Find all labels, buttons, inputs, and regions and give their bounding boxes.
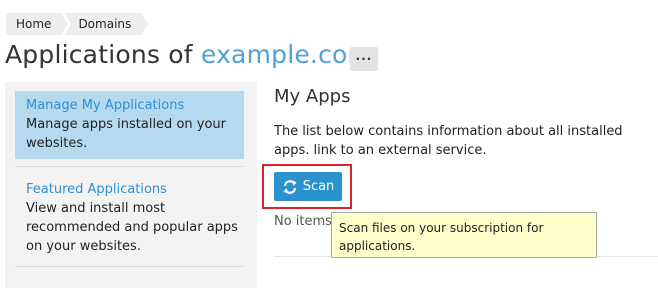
- more-actions-button[interactable]: ···: [350, 47, 378, 71]
- sidebar-item-manage-apps[interactable]: Manage My Applications Manage apps insta…: [15, 91, 244, 159]
- section-title: My Apps: [274, 86, 351, 107]
- empty-list-message: No items: [274, 214, 332, 229]
- page-title: Applications of example.com: [5, 40, 372, 69]
- scan-button[interactable]: Scan: [274, 172, 342, 201]
- refresh-icon: [282, 179, 298, 195]
- domain-name: example.com: [200, 40, 373, 69]
- sidebar-divider: [15, 266, 244, 267]
- breadcrumb-domains[interactable]: Domains: [64, 13, 149, 35]
- section-description: The list below contains information abou…: [274, 124, 623, 158]
- breadcrumb-home[interactable]: Home: [6, 13, 69, 35]
- sidebar-item-description: View and install most recommended and po…: [26, 201, 238, 254]
- scan-button-label: Scan: [302, 179, 335, 194]
- scan-tooltip: Scan files on your subscription for appl…: [331, 212, 597, 258]
- sidebar-item-title: Manage My Applications: [26, 98, 185, 113]
- sidebar: Manage My Applications Manage apps insta…: [5, 82, 257, 288]
- sidebar-item-featured-apps[interactable]: Featured Applications View and install m…: [15, 175, 244, 261]
- sidebar-divider: [15, 166, 244, 167]
- sidebar-item-title: Featured Applications: [26, 182, 167, 197]
- breadcrumb: Home Domains: [6, 13, 149, 35]
- page-title-prefix: Applications of: [5, 40, 193, 69]
- sidebar-item-description: Manage apps installed on your websites.: [26, 117, 226, 151]
